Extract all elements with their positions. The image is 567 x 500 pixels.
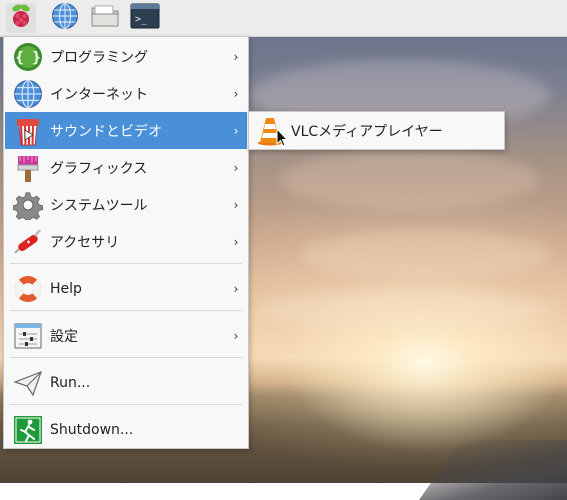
exit-icon (12, 414, 44, 446)
menu-item-settings[interactable]: 設定 › (5, 317, 247, 354)
web-browser-button[interactable] (50, 2, 80, 34)
swiss-knife-icon (12, 226, 44, 258)
folder-icon (90, 3, 120, 33)
submenu-arrow-icon: › (233, 328, 239, 343)
menu-item-label: Shutdown... (50, 421, 134, 438)
taskbar: >_ (0, 0, 567, 37)
menu-item-label: システムツール (50, 197, 148, 214)
programming-icon: { } (12, 41, 44, 73)
submenu-arrow-icon: › (233, 234, 239, 249)
globe-icon (51, 2, 79, 34)
menu-item-accessories[interactable]: アクセサリ › (5, 223, 247, 260)
menu-item-label: Run... (50, 374, 91, 391)
menu-item-label: VLCメディアプレイヤー (291, 123, 443, 140)
submenu-arrow-icon: › (233, 123, 239, 138)
cloud (280, 150, 540, 210)
menu-separator (10, 263, 242, 264)
cloud (260, 290, 550, 330)
menu-item-help[interactable]: Help › (5, 270, 247, 307)
paper-plane-icon (12, 367, 44, 399)
menu-separator (10, 404, 242, 405)
menu-item-label: アクセサリ (50, 234, 120, 251)
cloud (300, 230, 550, 280)
menu-item-graphics[interactable]: グラフィックス › (5, 149, 247, 186)
menu-item-label: 設定 (50, 328, 78, 345)
mouse-cursor-icon (276, 128, 288, 147)
submenu-arrow-icon: › (233, 281, 239, 296)
submenu-arrow-icon: › (233, 160, 239, 175)
submenu-arrow-icon: › (233, 49, 239, 64)
terminal-prompt: >_ (135, 14, 148, 25)
menu-separator (10, 310, 242, 311)
menu-item-run[interactable]: Run... (5, 364, 247, 401)
menu-item-label: インターネット (50, 86, 148, 103)
menu-item-internet[interactable]: インターネット › (5, 75, 247, 112)
paint-brush-icon (12, 152, 44, 184)
road (418, 440, 567, 500)
file-manager-button[interactable] (90, 3, 120, 33)
menu-item-label: プログラミング (50, 49, 148, 66)
menu-item-label: サウンドとビデオ (50, 123, 162, 140)
terminal-button[interactable]: >_ (130, 3, 160, 33)
menu-item-shutdown[interactable]: Shutdown... (5, 411, 247, 448)
lifebuoy-icon (12, 273, 44, 305)
gear-icon (12, 189, 44, 221)
menu-item-label: グラフィックス (50, 160, 148, 177)
menu-item-label: Help (50, 280, 82, 297)
terminal-icon: >_ (130, 3, 160, 33)
sound-video-icon (12, 115, 44, 147)
raspberry-menu-button[interactable] (6, 3, 36, 33)
settings-panel-icon (12, 320, 44, 352)
menu-item-sound-video[interactable]: サウンドとビデオ › (5, 112, 247, 149)
globe-icon (12, 78, 44, 110)
menu-item-programming[interactable]: { } プログラミング › (5, 38, 247, 75)
application-menu: { } プログラミング › インターネット › サウンドとビデオ › グラフィッ… (3, 36, 249, 449)
menu-separator (10, 357, 242, 358)
submenu-arrow-icon: › (233, 86, 239, 101)
raspberry-icon (9, 3, 33, 33)
menu-item-system-tools[interactable]: システムツール › (5, 186, 247, 223)
submenu-arrow-icon: › (233, 197, 239, 212)
svg-text:{ }: { } (15, 50, 40, 66)
